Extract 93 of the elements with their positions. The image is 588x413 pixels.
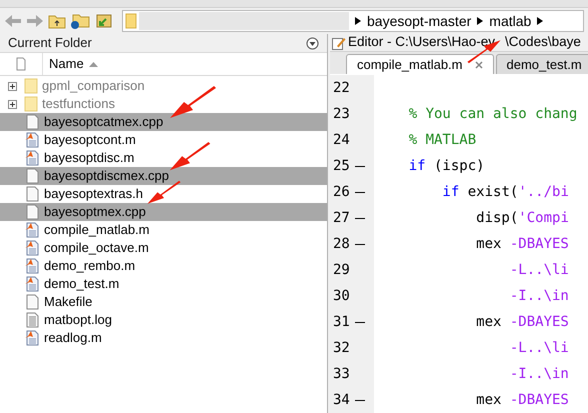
line-number: 33: [332, 364, 351, 384]
script-file-icon: [24, 240, 40, 256]
file-name: compile_octave.m: [44, 239, 149, 258]
file-name: bayesoptmex.cpp: [44, 203, 146, 222]
line-number: 31: [332, 312, 351, 332]
file-icon: [24, 294, 40, 310]
file-name: demo_rembo.m: [44, 257, 136, 276]
file-name: compile_matlab.m: [44, 221, 150, 240]
breadcrumb-item[interactable]: matlab: [489, 10, 532, 32]
folder-up-icon[interactable]: [48, 13, 66, 29]
code-line: -L..\li: [508, 338, 569, 358]
file-name: bayesoptdiscmex.cpp: [44, 167, 170, 186]
code-line: % MATLAB: [408, 130, 476, 150]
file-row[interactable]: bayesoptcont.m: [0, 131, 327, 149]
file-row[interactable]: demo_test.m: [0, 275, 327, 293]
file-name: bayesoptextras.h: [44, 185, 144, 204]
line-number: 34: [332, 390, 351, 410]
folder-icon[interactable]: [70, 13, 90, 29]
code-line: mex -DBAYES: [475, 390, 569, 410]
file-name: readlog.m: [44, 329, 102, 348]
script-file-icon: [24, 222, 40, 238]
script-file-icon: [24, 132, 40, 148]
editor-title: \Codes\baye: [505, 33, 581, 52]
folder-icon: [24, 96, 38, 112]
file-row[interactable]: testfunctions: [0, 95, 327, 113]
code-line: mex -DBAYES: [475, 312, 569, 332]
code-line: if exist('../bi: [441, 182, 569, 202]
folder-icon: [24, 78, 38, 94]
file-icon: [24, 168, 40, 184]
editor-tab[interactable]: compile_matlab.m: [346, 54, 494, 74]
line-number: 24: [332, 130, 351, 150]
editor-tab[interactable]: demo_test.m: [496, 54, 588, 74]
breadcrumb-item[interactable]: bayesopt-master: [367, 10, 472, 32]
file-name: bayesoptdisc.m: [44, 149, 134, 168]
text-file-icon: [24, 312, 40, 328]
code-line: if (ispc): [408, 156, 485, 176]
file-row[interactable]: bayesoptextras.h: [0, 185, 327, 203]
folder-name: testfunctions: [42, 95, 115, 114]
file-row[interactable]: compile_matlab.m: [0, 221, 327, 239]
pencil-icon: [332, 36, 346, 50]
line-number: 27: [332, 208, 351, 228]
file-name: bayesoptcont.m: [44, 131, 136, 150]
file-row[interactable]: Makefile: [0, 293, 327, 311]
line-number: 26: [332, 182, 351, 202]
close-icon[interactable]: [474, 60, 482, 68]
file-name: bayesoptcatmex.cpp: [44, 113, 164, 132]
column-header[interactable]: Name: [49, 54, 84, 74]
code-line: disp('Compi: [475, 208, 569, 228]
script-file-icon: [24, 150, 40, 166]
line-number: 22: [332, 78, 351, 98]
file-row[interactable]: demo_rembo.m: [0, 257, 327, 275]
file-type-icon: [16, 57, 26, 71]
script-file-icon: [24, 258, 40, 274]
file-row[interactable]: bayesoptdisc.m: [0, 149, 327, 167]
file-name: demo_test.m: [44, 275, 120, 294]
panel-title: Current Folder: [8, 34, 92, 52]
file-row[interactable]: compile_octave.m: [0, 239, 327, 257]
code-line: -I..\in: [508, 364, 569, 384]
arrow-icon: [168, 86, 218, 120]
line-number: 28: [332, 234, 351, 254]
code-line: -I..\in: [508, 286, 569, 306]
line-number: 32: [332, 338, 351, 358]
chevron-icon: [355, 17, 361, 25]
code-line: mex -DBAYES: [475, 234, 569, 254]
code-line: -L..\li: [508, 260, 569, 280]
line-number: 29: [332, 260, 351, 280]
chevron-icon: [477, 17, 484, 25]
script-file-icon: [24, 276, 40, 292]
folder-icon: [125, 13, 137, 29]
editor-title: Editor - C:\Users\Hao-ev: [348, 33, 496, 52]
file-row[interactable]: matbopt.log: [0, 311, 327, 329]
dropdown-icon[interactable]: [306, 36, 319, 50]
expand-icon[interactable]: [8, 82, 16, 90]
folder-name: gpml_comparison: [42, 77, 145, 96]
line-number: 25: [332, 156, 351, 176]
line-number: 30: [332, 286, 351, 306]
file-row[interactable]: readlog.m: [0, 329, 327, 347]
arrow-icon: [168, 142, 212, 172]
file-icon: [24, 204, 40, 220]
expand-icon[interactable]: [8, 100, 16, 108]
file-name: Makefile: [44, 293, 92, 312]
file-name: matbopt.log: [44, 311, 112, 330]
line-number: 23: [332, 104, 351, 124]
folder-refresh-icon[interactable]: [94, 13, 114, 29]
file-row[interactable]: bayesoptdiscmex.cpp: [0, 167, 327, 185]
sort-ascending-icon: [88, 61, 98, 67]
file-row[interactable]: bayesoptmex.cpp: [0, 203, 327, 221]
chevron-icon: [537, 17, 544, 25]
file-icon: [24, 114, 40, 130]
file-row[interactable]: gpml_comparison: [0, 77, 327, 95]
code-line: % You can also chang: [408, 104, 578, 124]
file-row[interactable]: bayesoptcatmex.cpp: [0, 113, 327, 131]
script-file-icon: [24, 330, 40, 346]
